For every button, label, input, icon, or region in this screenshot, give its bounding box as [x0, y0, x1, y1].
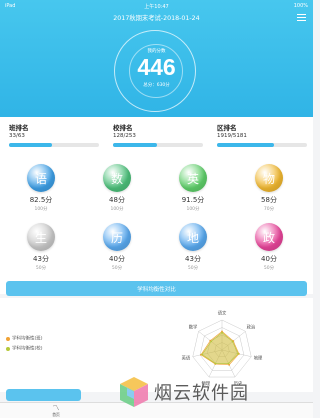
ranking-bar: 班排名 33/63 校排名 128/253 区排名 1919/5181: [0, 117, 313, 157]
total-score: 446: [137, 54, 176, 80]
radar-series-school-point: [231, 340, 234, 343]
subject-card-physics[interactable]: 物 58分 70分: [244, 164, 294, 212]
radar-series-school-point: [221, 331, 223, 334]
radar-axis-label: 语文: [218, 310, 227, 317]
subject-badge: 政: [255, 223, 283, 251]
clock-text: 上午10:47: [144, 3, 169, 10]
radar-axis-label: 英语: [182, 355, 191, 362]
subject-badge: 生: [27, 223, 55, 251]
subject-score: 40分: [261, 255, 277, 263]
bottom-action-button[interactable]: [6, 389, 81, 401]
score-header: 2017秋期末考试-2018-01-24 我的分数 446 总分：630分: [0, 0, 313, 117]
subject-badge: 历: [103, 223, 131, 251]
rank-progress: [113, 143, 203, 147]
rank-district[interactable]: 区排名 1919/5181: [217, 122, 307, 147]
subject-score: 82.5分: [29, 196, 53, 204]
subject-score: 91.5分: [181, 196, 205, 204]
rank-progress: [217, 143, 307, 147]
subject-badge: 数: [103, 164, 131, 192]
rank-progress: [9, 143, 99, 147]
carrier-text: iPad: [5, 3, 16, 9]
subject-full-score: 50分: [111, 266, 123, 271]
battery-text: 100%: [293, 3, 308, 9]
watermark-text: 烟云软件园: [154, 383, 249, 404]
subject-score: 58分: [261, 196, 277, 204]
rank-title: 区排名: [217, 124, 237, 132]
watermark: 烟云软件园: [118, 372, 249, 412]
subject-card-chinese[interactable]: 语 82.5分 100分: [16, 164, 66, 212]
subject-grid: 语 82.5分 100分 数 48分 100分 英 91.5分 100分 物 5…: [0, 157, 313, 294]
subject-full-score: 50分: [35, 266, 47, 271]
subject-full-score: 70分: [263, 207, 275, 212]
radar-series-school-point: [201, 353, 204, 356]
legend-label: 学科均衡性(校): [12, 346, 43, 352]
subject-card-geography[interactable]: 地 43分 50分: [168, 223, 218, 271]
radar-axis-label: 政治: [247, 323, 256, 330]
subject-card-politics[interactable]: 政 40分 50分: [244, 223, 294, 271]
subject-card-english[interactable]: 英 91.5分 100分: [168, 164, 218, 212]
subject-card-history[interactable]: 历 40分 50分: [92, 223, 142, 271]
subject-score: 48分: [109, 196, 125, 204]
legend-item-school: 学科均衡性(校): [6, 338, 43, 357]
status-bar: iPad 上午10:47 100%: [0, 0, 313, 12]
subject-full-score: 50分: [187, 266, 199, 271]
radar-series-school-point: [237, 352, 239, 355]
subject-badge: 地: [179, 223, 207, 251]
rank-title: 校排名: [113, 124, 133, 132]
rank-value: 128/253: [113, 133, 136, 139]
tab-home[interactable]: 〽 首页: [48, 404, 64, 418]
subject-full-score: 100分: [186, 207, 200, 212]
balance-compare-button[interactable]: 学科均衡性对比: [6, 281, 307, 296]
rank-school[interactable]: 校排名 128/253: [113, 122, 203, 147]
subject-badge: 语: [27, 164, 55, 192]
exam-title: 2017秋期末考试-2018-01-24: [113, 15, 200, 22]
tab-home-label: 首页: [52, 412, 60, 417]
chart-icon: 〽: [52, 404, 60, 412]
radar-series-school-point: [214, 362, 217, 365]
radar-series-school-point: [227, 362, 230, 365]
subject-full-score: 50分: [263, 266, 275, 271]
rank-value: 33/63: [9, 133, 25, 139]
subject-card-math[interactable]: 数 48分 100分: [92, 164, 142, 212]
subject-badge: 物: [255, 164, 283, 192]
rank-value: 1919/5181: [217, 133, 247, 139]
rank-class[interactable]: 班排名 33/63: [9, 122, 99, 147]
radar-axis-label: 地理: [254, 355, 263, 362]
subject-score: 40分: [109, 255, 125, 263]
radar-series-school-point: [210, 340, 213, 343]
radar-axis-label: 数学: [189, 323, 198, 330]
menu-icon[interactable]: [297, 14, 306, 21]
subject-card-biology[interactable]: 生 43分 50分: [16, 223, 66, 271]
subject-score: 43分: [185, 255, 201, 263]
subject-full-score: 100分: [110, 207, 124, 212]
subject-badge: 英: [179, 164, 207, 192]
full-score: 总分：630分: [143, 83, 170, 88]
subject-score: 43分: [33, 255, 49, 263]
watermark-cube-icon: [120, 377, 148, 407]
subject-full-score: 100分: [34, 207, 48, 212]
rank-title: 班排名: [9, 124, 29, 132]
